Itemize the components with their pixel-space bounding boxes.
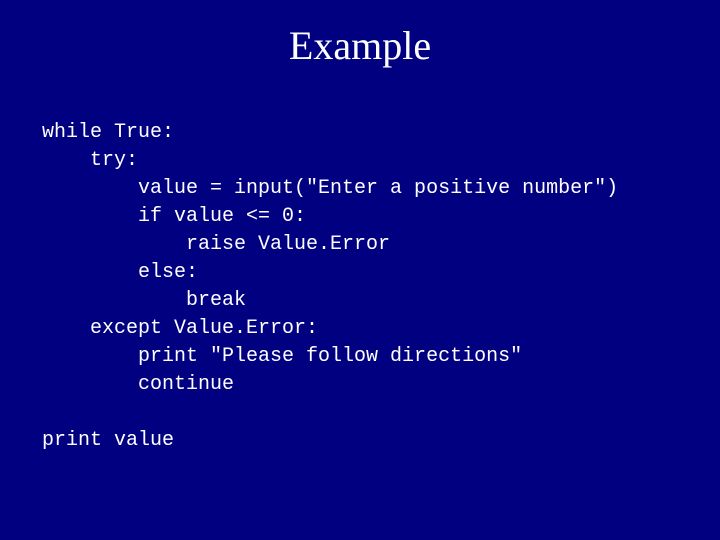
- code-block: while True: try: value = input("Enter a …: [0, 79, 720, 455]
- slide: Example while True: try: value = input("…: [0, 0, 720, 540]
- slide-title: Example: [0, 0, 720, 79]
